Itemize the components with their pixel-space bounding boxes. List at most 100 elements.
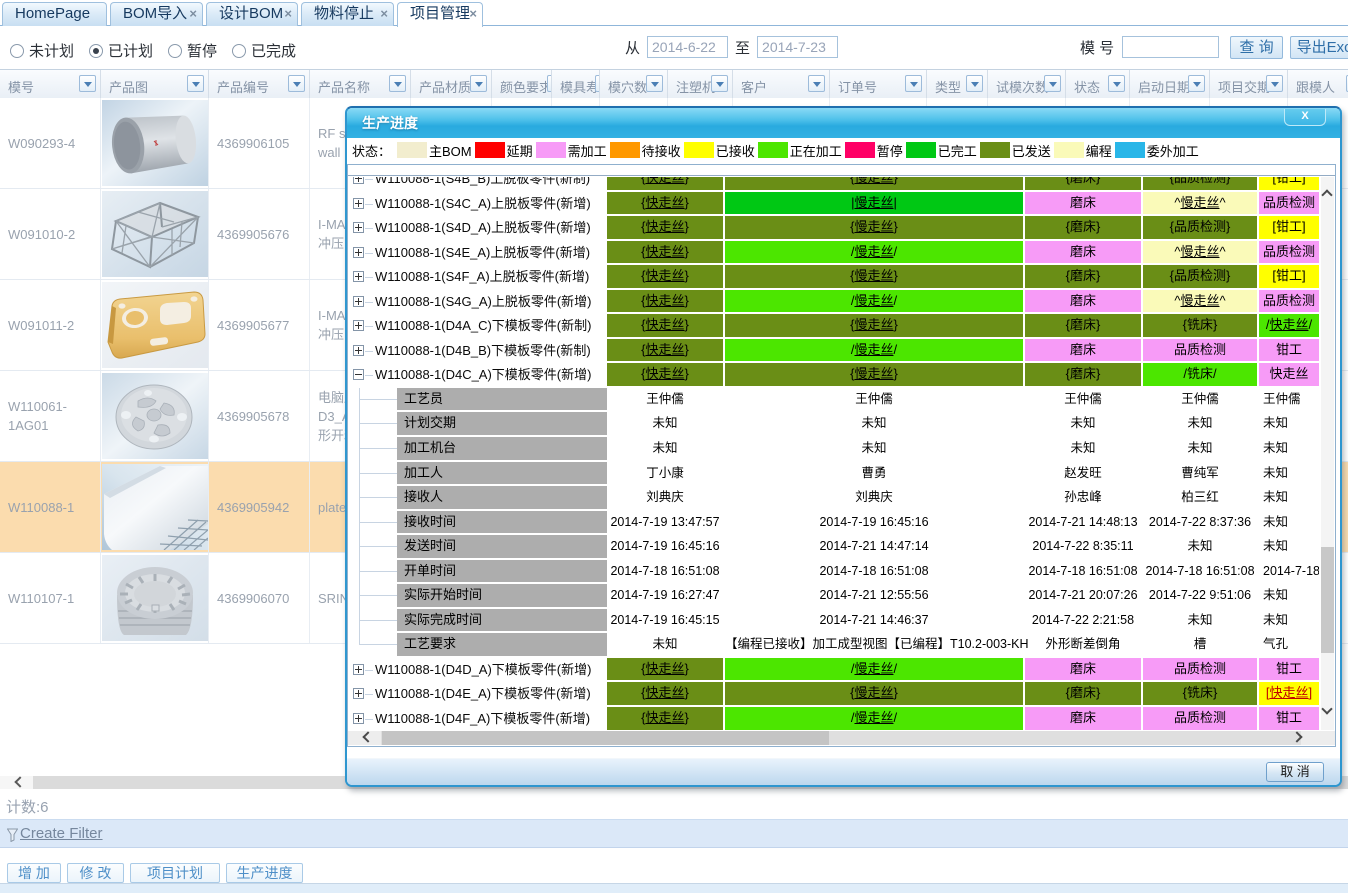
cancel-button[interactable]: 取 消	[1266, 762, 1324, 782]
status-cell[interactable]: {磨床}	[1025, 177, 1141, 190]
tab-HomePage[interactable]: HomePage	[2, 2, 107, 26]
status-cell[interactable]: {磨床}	[1025, 216, 1141, 239]
search-button[interactable]: 查 询	[1230, 36, 1283, 59]
status-cell[interactable]: 品质检测	[1143, 339, 1257, 362]
tab-设计BOM[interactable]: 设计BOM×	[206, 2, 298, 26]
tree-row[interactable]: W110088-1(S4G_A)上脱板零件(新增){快走丝}/慢走丝/磨床^慢走…	[348, 290, 1319, 315]
expand-icon[interactable]	[353, 247, 364, 258]
status-cell[interactable]: {磨床}	[1025, 265, 1141, 288]
status-cell[interactable]: 磨床	[1025, 707, 1141, 730]
expand-icon[interactable]	[353, 222, 364, 233]
status-cell[interactable]: ^慢走丝^	[1143, 290, 1257, 313]
date-from-input[interactable]	[647, 36, 728, 58]
status-cell[interactable]: 品质检测	[1259, 290, 1319, 313]
tab-close-icon[interactable]: ×	[380, 8, 388, 20]
tab-close-icon[interactable]: ×	[284, 8, 292, 20]
status-cell[interactable]: {快走丝}	[607, 658, 723, 681]
footer-button-1[interactable]: 增 加	[7, 863, 61, 883]
status-cell[interactable]: [钳工]	[1259, 265, 1319, 288]
status-cell[interactable]: {快走丝}	[607, 290, 723, 313]
expand-icon[interactable]	[353, 713, 364, 724]
grid-scrollbar-thumb[interactable]	[382, 731, 829, 745]
tree-row[interactable]: W110088-1(S4F_A)上脱板零件(新增){快走丝}{慢走丝}{磨床}{…	[348, 265, 1319, 290]
status-cell[interactable]: [快走丝]	[1259, 682, 1319, 705]
tree-row[interactable]: W110088-1(S4E_A)上脱板零件(新增){快走丝}/慢走丝/磨床^慢走…	[348, 241, 1319, 266]
status-cell[interactable]: /快走丝/	[1259, 314, 1319, 337]
create-filter-link[interactable]: Create Filter	[20, 825, 103, 842]
filter-dropdown-icon[interactable]	[711, 75, 728, 92]
radio-circle-icon[interactable]	[89, 44, 103, 58]
filter-dropdown-icon[interactable]	[966, 75, 983, 92]
status-cell[interactable]: /慢走丝/	[725, 339, 1023, 362]
status-cell[interactable]: /铣床/	[1143, 363, 1257, 386]
dialog-close-button[interactable]: X	[1284, 109, 1326, 126]
tab-BOM导入[interactable]: BOM导入×	[110, 2, 203, 26]
status-cell[interactable]: 钳工	[1259, 339, 1319, 362]
filter-dropdown-icon[interactable]	[1044, 75, 1061, 92]
radio-未计划[interactable]: 未计划	[10, 40, 74, 61]
status-cell[interactable]: /慢走丝/	[725, 290, 1023, 313]
radio-circle-icon[interactable]	[232, 44, 246, 58]
status-cell[interactable]: 磨床	[1025, 339, 1141, 362]
tab-物料停止[interactable]: 物料停止×	[301, 2, 394, 26]
tab-close-icon[interactable]: ×	[469, 8, 477, 20]
expand-icon[interactable]	[353, 320, 364, 331]
filter-dropdown-icon[interactable]	[905, 75, 922, 92]
status-cell[interactable]: {磨床}	[1025, 682, 1141, 705]
expand-icon[interactable]	[353, 271, 364, 282]
status-cell[interactable]: {快走丝}	[607, 707, 723, 730]
status-cell[interactable]: 磨床	[1025, 241, 1141, 264]
filter-dropdown-icon[interactable]	[470, 75, 487, 92]
status-cell[interactable]: ^慢走丝^	[1143, 192, 1257, 215]
scroll-left-icon[interactable]	[14, 776, 25, 787]
status-cell[interactable]: {磨床}	[1025, 314, 1141, 337]
filter-dropdown-icon[interactable]	[1108, 75, 1125, 92]
status-cell[interactable]: {品质检测}	[1143, 216, 1257, 239]
status-cell[interactable]: {快走丝}	[607, 241, 723, 264]
filter-dropdown-icon[interactable]	[1188, 75, 1205, 92]
scroll-down-icon[interactable]	[1321, 703, 1332, 714]
footer-button-2[interactable]: 修 改	[67, 863, 124, 883]
status-cell[interactable]: 钳工	[1259, 658, 1319, 681]
status-cell[interactable]: {慢走丝}	[725, 314, 1023, 337]
status-cell[interactable]: {慢走丝}	[725, 682, 1023, 705]
status-cell[interactable]: {快走丝}	[607, 265, 723, 288]
status-cell[interactable]: ^慢走丝^	[1143, 241, 1257, 264]
tree-row[interactable]: W110088-1(S4B_B)上脱板零件(新制){快走丝}{慢走丝}{磨床}{…	[348, 177, 1319, 192]
status-cell[interactable]: 磨床	[1025, 290, 1141, 313]
status-cell[interactable]: {快走丝}	[607, 192, 723, 215]
status-cell[interactable]: /慢走丝/	[725, 241, 1023, 264]
grid-horizontal-scrollbar[interactable]	[348, 731, 1335, 745]
status-cell[interactable]: 品质检测	[1143, 658, 1257, 681]
expand-icon[interactable]	[353, 177, 364, 184]
footer-button-4[interactable]: 生产进度	[226, 863, 303, 883]
date-to-input[interactable]	[757, 36, 838, 58]
status-cell[interactable]: {快走丝}	[607, 314, 723, 337]
tree-row[interactable]: W110088-1(D4B_B)下模板零件(新制){快走丝}/慢走丝/磨床品质检…	[348, 339, 1319, 364]
status-cell[interactable]: 钳工	[1259, 707, 1319, 730]
grid-vertical-scrollbar[interactable]	[1321, 177, 1334, 730]
status-cell[interactable]: /慢走丝/	[725, 658, 1023, 681]
expand-icon[interactable]	[353, 296, 364, 307]
status-cell[interactable]: {磨床}	[1025, 363, 1141, 386]
status-cell[interactable]: 品质检测	[1259, 192, 1319, 215]
expand-icon[interactable]	[353, 345, 364, 356]
status-cell[interactable]: {慢走丝}	[725, 363, 1023, 386]
footer-button-3[interactable]: 项目计划	[130, 863, 220, 883]
tab-项目管理[interactable]: 项目管理×	[397, 2, 483, 27]
filter-dropdown-icon[interactable]	[646, 75, 663, 92]
expand-icon[interactable]	[353, 688, 364, 699]
grid-scroll-left-icon[interactable]	[362, 731, 373, 742]
filter-dropdown-icon[interactable]	[187, 75, 204, 92]
mold-no-input[interactable]	[1122, 36, 1219, 58]
tree-row[interactable]: W110088-1(S4D_A)上脱板零件(新增){快走丝}{慢走丝}{磨床}{…	[348, 216, 1319, 241]
status-cell[interactable]: 磨床	[1025, 192, 1141, 215]
status-cell[interactable]: {品质检测}	[1143, 265, 1257, 288]
collapse-icon[interactable]	[353, 369, 364, 380]
status-cell[interactable]: 快走丝	[1259, 363, 1319, 386]
filter-dropdown-icon[interactable]	[288, 75, 305, 92]
tree-row[interactable]: W110088-1(D4A_C)下模板零件(新制){快走丝}{慢走丝}{磨床}{…	[348, 314, 1319, 339]
status-cell[interactable]: {快走丝}	[607, 682, 723, 705]
status-cell[interactable]: 品质检测	[1259, 241, 1319, 264]
expand-icon[interactable]	[353, 664, 364, 675]
